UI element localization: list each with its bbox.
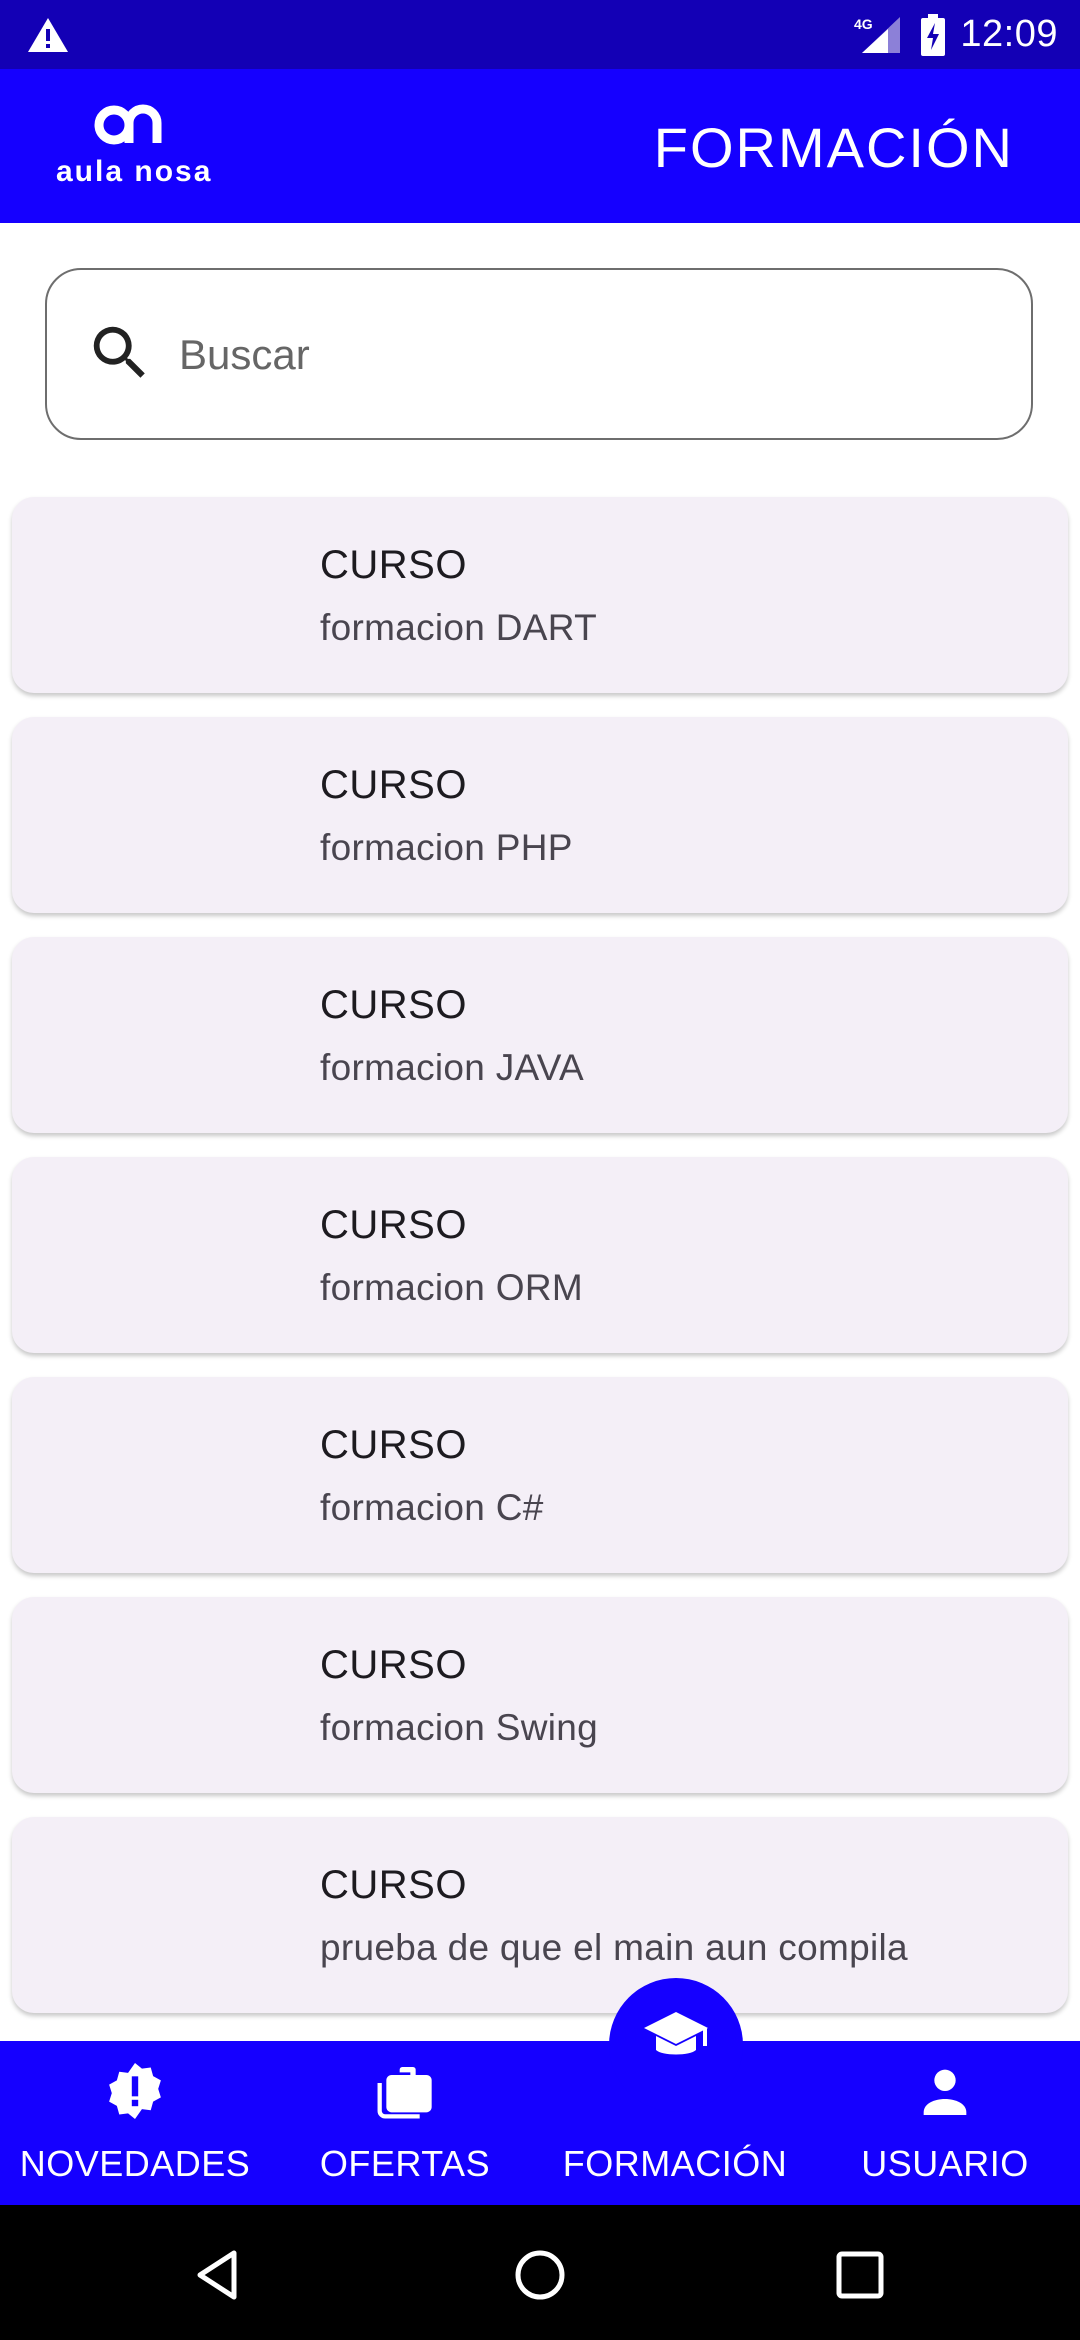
page-title: FORMACIÓN (653, 116, 1014, 179)
course-name: formacion PHP (320, 827, 573, 868)
course-name: prueba de que el main aun compila (320, 1927, 908, 1968)
course-card[interactable]: CURSO formacion C# (12, 1377, 1068, 1573)
course-kind: CURSO (320, 983, 467, 1027)
svg-text:4G: 4G (854, 16, 873, 32)
course-card[interactable]: CURSO formacion Swing (12, 1597, 1068, 1793)
person-icon (923, 2069, 967, 2115)
course-name: formacion Swing (320, 1707, 599, 1748)
nav-label: OFERTAS (319, 2143, 491, 2184)
app-bar: aula nosa FORMACIÓN (0, 69, 1080, 223)
course-name: formacion DART (320, 607, 597, 648)
search-box[interactable] (45, 268, 1033, 440)
graduation-cap-icon (644, 2012, 708, 2055)
clock: 12:09 (960, 13, 1058, 55)
briefcase-icon (377, 2067, 432, 2119)
course-kind: CURSO (320, 1863, 467, 1907)
search-input[interactable] (177, 318, 1001, 392)
bottom-navigation: NOVEDADES OFERTAS FORMACIÓN USUARIO (0, 2041, 1080, 2205)
nav-item-usuario[interactable]: USUARIO (810, 2041, 1080, 2205)
logo-text: aula nosa (56, 155, 213, 188)
course-kind: CURSO (320, 763, 467, 807)
nav-item-novedades[interactable]: NOVEDADES (0, 2041, 270, 2205)
nav-label: FORMACIÓN (562, 2143, 788, 2184)
course-card[interactable]: CURSO formacion JAVA (12, 937, 1068, 1133)
back-icon[interactable] (190, 2247, 246, 2303)
formacion-fab[interactable] (609, 1978, 743, 2112)
course-card[interactable]: CURSO formacion DART (12, 497, 1068, 693)
course-card[interactable]: CURSO formacion ORM (12, 1157, 1068, 1353)
status-bar: 4G 12:09 (0, 0, 1080, 69)
course-card[interactable]: CURSO prueba de que el main aun compila (12, 1817, 1068, 2013)
search-icon (93, 326, 145, 378)
app-logo: aula nosa (52, 99, 232, 199)
nav-item-ofertas[interactable]: OFERTAS (270, 2041, 540, 2205)
battery-charging-icon (921, 13, 946, 56)
system-navigation-bar (0, 2205, 1080, 2340)
nav-label: NOVEDADES (19, 2143, 251, 2184)
status-indicators: 4G 12:09 (854, 0, 1058, 69)
home-icon[interactable] (512, 2247, 568, 2303)
signal-4g-icon: 4G (854, 16, 901, 53)
nav-label: USUARIO (861, 2143, 1029, 2184)
course-list: CURSO formacion DART CURSO formacion PHP… (12, 497, 1068, 2037)
course-name: formacion JAVA (320, 1047, 584, 1088)
course-name: formacion C# (320, 1487, 544, 1528)
course-kind: CURSO (320, 1203, 467, 1247)
course-kind: CURSO (320, 1423, 467, 1467)
recents-icon[interactable] (832, 2247, 888, 2303)
alert-badge-icon (109, 2063, 161, 2119)
course-card[interactable]: CURSO formacion PHP (12, 717, 1068, 913)
logo-mark-icon (94, 104, 162, 145)
course-kind: CURSO (320, 543, 467, 587)
warning-icon (28, 18, 68, 52)
course-name: formacion ORM (320, 1267, 583, 1308)
course-kind: CURSO (320, 1643, 467, 1687)
